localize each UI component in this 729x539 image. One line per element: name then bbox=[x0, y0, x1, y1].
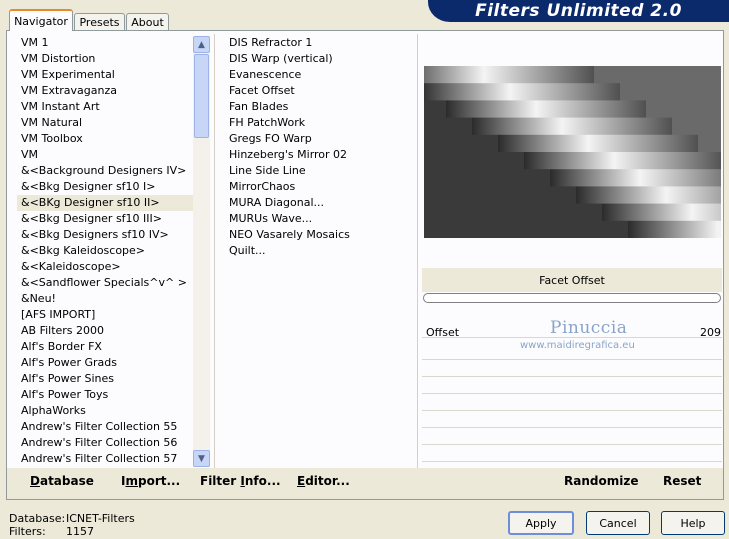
scroll-down-button[interactable]: ▼ bbox=[193, 450, 210, 467]
database-button-mnemonic: D bbox=[30, 474, 40, 488]
category-item[interactable]: &Neu! bbox=[17, 291, 193, 307]
category-item[interactable]: &<Background Designers IV> bbox=[17, 163, 193, 179]
parameter-label: Offset bbox=[426, 326, 460, 339]
category-item[interactable]: Alf's Border FX bbox=[17, 339, 193, 355]
category-item[interactable]: &<Sandflower Specials^v^ > bbox=[17, 275, 193, 291]
editor-button[interactable]: Editor... bbox=[297, 474, 350, 488]
effect-item-selected[interactable]: Facet Offset bbox=[225, 83, 410, 99]
category-item[interactable]: VM Extravaganza bbox=[17, 83, 193, 99]
effect-item-highlight: Facet Offset bbox=[229, 84, 295, 97]
category-item[interactable]: &<Kaleidoscope> bbox=[17, 259, 193, 275]
apply-button[interactable]: Apply bbox=[508, 511, 574, 535]
category-item[interactable]: VM Distortion bbox=[17, 51, 193, 67]
cancel-button[interactable]: Cancel bbox=[586, 511, 650, 535]
effect-item[interactable]: NEO Vasarely Mosaics bbox=[225, 227, 410, 243]
tab-about[interactable]: About bbox=[126, 13, 169, 30]
divider bbox=[417, 34, 418, 468]
category-item[interactable]: &<Bkg Designers sf10 IV> bbox=[17, 227, 193, 243]
category-item[interactable]: VM Natural bbox=[17, 115, 193, 131]
filters-label: Filters: bbox=[9, 525, 46, 538]
tab-presets[interactable]: Presets bbox=[74, 13, 125, 30]
app-title-banner: Filters Unlimited 2.0 bbox=[428, 0, 729, 22]
parameter-row-empty bbox=[422, 394, 722, 411]
effect-name-label: Facet Offset bbox=[422, 268, 722, 292]
parameter-value[interactable]: 209 bbox=[700, 326, 721, 339]
filters-count: 1157 bbox=[66, 525, 94, 538]
watermark-url: www.maidiregrafica.eu bbox=[520, 340, 635, 351]
effect-name-text: Facet Offset bbox=[539, 273, 605, 287]
effect-item[interactable]: Gregs FO Warp bbox=[225, 131, 410, 147]
category-item[interactable]: VM Instant Art bbox=[17, 99, 193, 115]
parameter-row-empty bbox=[422, 445, 722, 462]
category-item[interactable]: &<Bkg Designer sf10 III> bbox=[17, 211, 193, 227]
divider bbox=[214, 34, 215, 468]
category-item[interactable]: VM 1 bbox=[17, 35, 193, 51]
category-item[interactable]: Alf's Power Grads bbox=[17, 355, 193, 371]
category-item[interactable]: &<Bkg Kaleidoscope> bbox=[17, 243, 193, 259]
effect-item[interactable]: MURUs Wave... bbox=[225, 211, 410, 227]
effect-item[interactable]: MURA Diagonal... bbox=[225, 195, 410, 211]
category-item[interactable]: VM bbox=[17, 147, 193, 163]
category-item[interactable]: &<Bkg Designer sf10 I> bbox=[17, 179, 193, 195]
effect-item[interactable]: Hinzeberg's Mirror 02 bbox=[225, 147, 410, 163]
category-item[interactable]: Andrew's Filter Collection 56 bbox=[17, 435, 193, 451]
effect-item[interactable]: Evanescence bbox=[225, 67, 410, 83]
category-item[interactable]: [AFS IMPORT] bbox=[17, 307, 193, 323]
filter-info-button-label-start: Filter bbox=[200, 474, 241, 488]
filter-info-button-label: nfo... bbox=[244, 474, 281, 488]
parameter-row-empty bbox=[422, 360, 722, 377]
category-item[interactable]: AlphaWorks bbox=[17, 403, 193, 419]
tab-navigator[interactable]: Navigator bbox=[9, 9, 73, 31]
category-item[interactable]: VM Toolbox bbox=[17, 131, 193, 147]
category-item[interactable]: VM Experimental bbox=[17, 67, 193, 83]
effect-item[interactable]: MirrorChaos bbox=[225, 179, 410, 195]
parameter-row-empty bbox=[422, 377, 722, 394]
import-button-label: port... bbox=[137, 474, 181, 488]
database-value: ICNET-Filters bbox=[66, 512, 135, 525]
category-item[interactable]: Alf's Power Sines bbox=[17, 371, 193, 387]
import-button-mnemonic: m bbox=[125, 474, 138, 488]
effect-item[interactable]: DIS Warp (vertical) bbox=[225, 51, 410, 67]
database-button[interactable]: Database bbox=[30, 474, 94, 488]
category-scrollbar[interactable]: ▲ ▼ bbox=[193, 36, 210, 467]
database-button-label: atabase bbox=[39, 474, 94, 488]
editor-button-label: ditor... bbox=[305, 474, 350, 488]
category-item[interactable]: Alf's Power Toys bbox=[17, 387, 193, 403]
effect-item[interactable]: Quilt... bbox=[225, 243, 410, 259]
effect-item[interactable]: DIS Refractor 1 bbox=[225, 35, 410, 51]
editor-button-mnemonic: E bbox=[297, 474, 306, 488]
database-label: Database: bbox=[9, 512, 66, 525]
progress-bar bbox=[423, 293, 721, 303]
category-item[interactable]: Andrew's Filter Collection 57 bbox=[17, 451, 193, 467]
effect-item[interactable]: FH PatchWork bbox=[225, 115, 410, 131]
chevron-down-icon: ▼ bbox=[198, 453, 205, 464]
parameter-row-empty bbox=[422, 428, 722, 445]
parameter-row-empty bbox=[422, 411, 722, 428]
reset-button[interactable]: Reset bbox=[663, 474, 701, 488]
chevron-up-icon: ▲ bbox=[198, 39, 205, 50]
effect-preview-image bbox=[424, 66, 721, 238]
randomize-button[interactable]: Randomize bbox=[564, 474, 638, 488]
watermark-name: Pinuccia bbox=[550, 318, 628, 338]
scroll-thumb[interactable] bbox=[194, 54, 209, 138]
category-item-selected[interactable]: &<BKg Designer sf10 II> bbox=[17, 195, 193, 211]
category-item[interactable]: AB Filters 2000 bbox=[17, 323, 193, 339]
filter-info-button[interactable]: Filter Info... bbox=[200, 474, 281, 488]
scroll-up-button[interactable]: ▲ bbox=[193, 36, 210, 53]
import-button[interactable]: Import... bbox=[121, 474, 180, 488]
effect-item[interactable]: Line Side Line bbox=[225, 163, 410, 179]
category-list[interactable]: VM 1 VM Distortion VM Experimental VM Extra… bbox=[17, 35, 193, 467]
help-button[interactable]: Help bbox=[661, 511, 725, 535]
category-item[interactable]: Andrew's Filter Collection 55 bbox=[17, 419, 193, 435]
effect-item[interactable]: Fan Blades bbox=[225, 99, 410, 115]
effect-list[interactable]: DIS Refractor 1 DIS Warp (vertical) Evanes… bbox=[225, 35, 410, 267]
